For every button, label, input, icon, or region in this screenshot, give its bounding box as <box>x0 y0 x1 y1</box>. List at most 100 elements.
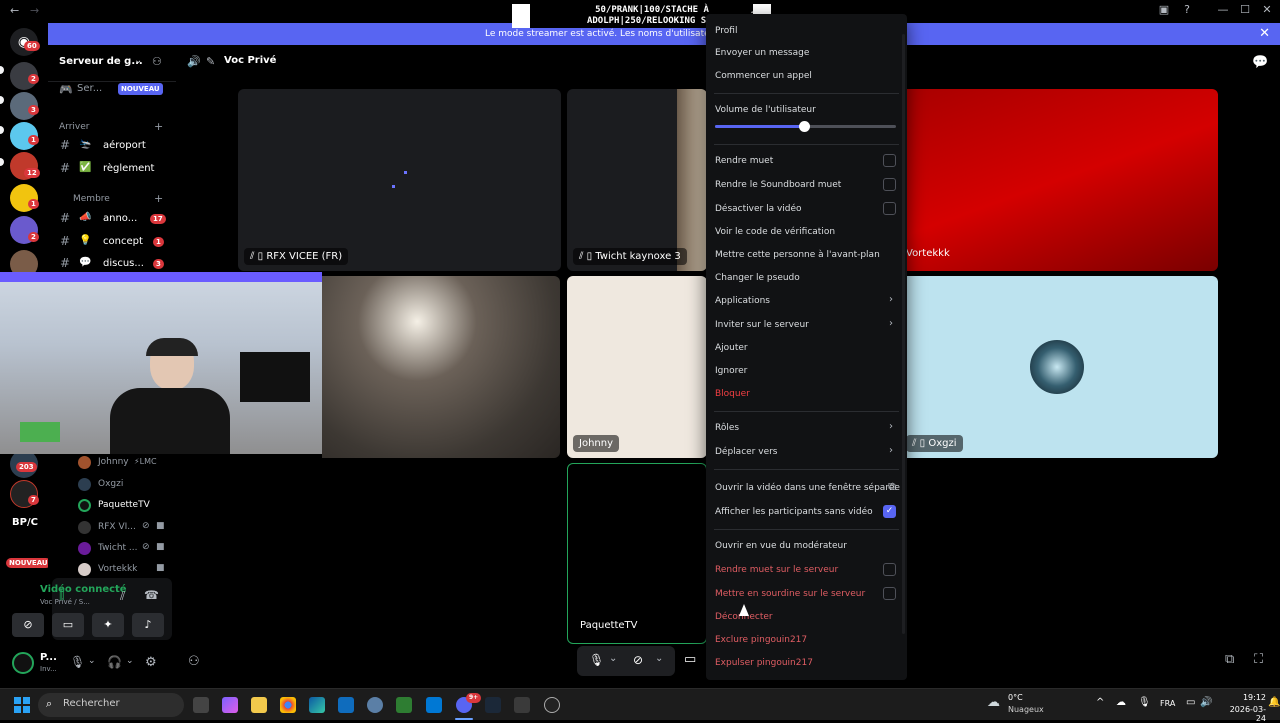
voice-member[interactable]: Twicht ... ⊘ ■ <box>78 541 176 557</box>
channel-reglement[interactable]: # ✅ règlement <box>48 161 176 181</box>
back-arrow-icon[interactable]: ← <box>10 4 19 17</box>
video-tile-oxgzi[interactable]: ⫽ ▯ Oxgzi <box>900 276 1218 458</box>
avatar[interactable] <box>12 652 34 674</box>
menu-item-message[interactable]: Envoyer un message <box>715 48 809 58</box>
language-indicator[interactable]: FRA <box>1160 699 1175 708</box>
screen-share-icon[interactable]: ▭ <box>52 613 84 637</box>
menu-item-applications[interactable]: Applications <box>715 296 770 306</box>
menu-item-popout[interactable]: Ouvrir la vidéo dans une fenêtre séparée <box>715 483 900 493</box>
soundboard-mute-checkbox[interactable] <box>883 178 896 191</box>
screen-share-icon[interactable]: ▭ <box>684 652 696 667</box>
menu-item-soundboard-mute[interactable]: Rendre le Soundboard muet <box>715 180 841 190</box>
menu-item-move[interactable]: Déplacer vers <box>715 447 778 457</box>
close-window-icon[interactable]: ✕ <box>1258 3 1276 19</box>
invite-icon[interactable]: ⚇ <box>188 654 200 669</box>
steam-icon[interactable] <box>485 697 501 713</box>
menu-item-profil[interactable]: Profil <box>715 26 737 36</box>
video-tile-paquette[interactable]: PaquetteTV <box>567 463 707 644</box>
camera-off-icon[interactable]: ⊘ <box>633 653 643 667</box>
menu-item-add[interactable]: Ajouter <box>715 343 748 353</box>
menu-item-invite[interactable]: Inviter sur le serveur <box>715 320 809 330</box>
video-tile-johnny[interactable]: Johnny <box>567 276 707 458</box>
xbox-icon[interactable] <box>396 697 412 713</box>
voice-member[interactable]: Johnny ⚡LMC <box>78 455 176 471</box>
chevron-down-icon[interactable]: ⌄ <box>88 656 96 666</box>
server-name[interactable]: Serveur de g... <box>59 56 143 67</box>
mute-checkbox[interactable] <box>883 154 896 167</box>
store-icon[interactable] <box>426 697 442 713</box>
soundboard-icon[interactable]: ♪ <box>132 613 164 637</box>
task-view-icon[interactable] <box>193 697 209 713</box>
voice-member[interactable]: Oxgzi <box>78 477 176 493</box>
voice-member[interactable]: Vortekkk ■ <box>78 562 176 578</box>
video-tile-vortekkk[interactable]: Vortekkk <box>900 89 1218 271</box>
minimize-icon[interactable]: — <box>1214 3 1232 19</box>
volume-knob[interactable] <box>798 121 810 132</box>
menu-item-verification[interactable]: Voir le code de vérification <box>715 227 835 237</box>
menu-item-moderator-view[interactable]: Ouvrir en vue du modérateur <box>715 541 847 551</box>
category-membre[interactable]: Membre <box>73 194 110 204</box>
settings-gear-icon[interactable]: ⚙ <box>145 655 157 670</box>
chevron-down-icon[interactable]: ⌄ <box>655 653 663 664</box>
menu-scrollbar[interactable] <box>902 34 905 634</box>
weather-desc[interactable]: Nuageux <box>1008 705 1044 714</box>
menu-item-mute[interactable]: Rendre muet <box>715 156 773 166</box>
outlook-icon[interactable] <box>338 697 354 713</box>
weather-temp[interactable]: 0°C <box>1008 693 1023 702</box>
chevron-down-icon[interactable]: ⌄ <box>134 55 142 66</box>
menu-item-server-deafen[interactable]: Mettre en sourdine sur le serveur <box>715 589 865 599</box>
network-tray-icon[interactable]: ☁ <box>1116 697 1126 708</box>
copilot-icon[interactable] <box>222 697 238 713</box>
settings-icon[interactable] <box>367 697 383 713</box>
menu-item-foreground[interactable]: Mettre cette personne à l'avant-plan <box>715 250 880 260</box>
voice-member[interactable]: RFX VI... ⊘ ■ <box>78 520 176 536</box>
menu-item-disable-video[interactable]: Désactiver la vidéo <box>715 204 802 214</box>
volume-slider[interactable] <box>715 121 896 132</box>
windows-start-icon[interactable] <box>14 697 30 713</box>
menu-item-ban[interactable]: Expulser pingouin217 <box>715 658 813 668</box>
hang-up-icon[interactable]: ☎ <box>144 588 159 602</box>
microphone-icon[interactable]: 🎙 <box>589 653 604 667</box>
add-member-icon[interactable]: ⚇ <box>152 55 162 68</box>
app-icon[interactable] <box>544 697 560 713</box>
menu-item-show-novideo[interactable]: Afficher les participants sans vidéo <box>715 507 873 517</box>
chevron-down-icon[interactable]: ⌄ <box>126 656 134 666</box>
menu-item-ignore[interactable]: Ignorer <box>715 366 747 376</box>
forward-arrow-icon[interactable]: → <box>30 4 39 17</box>
menu-item-kick[interactable]: Exclure pingouin217 <box>715 635 807 645</box>
activities-icon[interactable]: ✦ <box>92 613 124 637</box>
close-icon[interactable]: ✕ <box>1259 23 1270 45</box>
chrome-icon[interactable] <box>280 697 296 713</box>
speaker-tray-icon[interactable]: 🔊 <box>1200 697 1212 708</box>
voice-member[interactable]: PaquetteTV <box>78 498 176 514</box>
add-channel-icon[interactable]: + <box>154 120 163 133</box>
server-bpc-label[interactable]: BP/C <box>12 517 38 528</box>
menu-item-block[interactable]: Bloquer <box>715 389 750 399</box>
monitor-tray-icon[interactable]: ▭ <box>1186 697 1195 708</box>
inbox-icon[interactable]: ▣ <box>1155 3 1173 19</box>
server-mute-checkbox[interactable] <box>883 563 896 576</box>
edge-icon[interactable] <box>309 697 325 713</box>
clock-time[interactable]: 19:12 <box>1226 693 1266 702</box>
fullscreen-icon[interactable]: ⛶ <box>1254 652 1263 667</box>
popout-icon[interactable]: ⧉ <box>1225 652 1234 667</box>
clock-date[interactable]: 2026-03-24 <box>1222 705 1266 723</box>
show-novideo-checkbox[interactable]: ✓ <box>883 505 896 518</box>
add-channel-icon[interactable]: + <box>154 192 163 205</box>
notification-bell-icon[interactable]: 🔔 <box>1268 697 1280 708</box>
chevron-down-icon[interactable]: ⌄ <box>609 653 617 664</box>
menu-item-nickname[interactable]: Changer le pseudo <box>715 273 800 283</box>
file-explorer-icon[interactable] <box>251 697 267 713</box>
noise-suppression-icon[interactable]: ⫽ <box>120 589 125 604</box>
headphones-icon[interactable]: 🎧 <box>107 655 122 669</box>
app-icon[interactable] <box>514 697 530 713</box>
disable-video-checkbox[interactable] <box>883 202 896 215</box>
server-deafen-checkbox[interactable] <box>883 587 896 600</box>
channel-annonces[interactable]: # 📣 anno... 17 <box>48 211 176 231</box>
microphone-tray-icon[interactable]: 🎙 <box>1138 697 1151 708</box>
microphone-icon[interactable]: 🎙 <box>70 655 85 669</box>
help-icon[interactable]: ? <box>1178 3 1196 19</box>
camera-toggle-icon[interactable]: ⊘ <box>12 613 44 637</box>
voice-status-sub[interactable]: Voc Privé / S... <box>40 598 90 606</box>
maximize-icon[interactable]: ☐ <box>1236 3 1254 19</box>
